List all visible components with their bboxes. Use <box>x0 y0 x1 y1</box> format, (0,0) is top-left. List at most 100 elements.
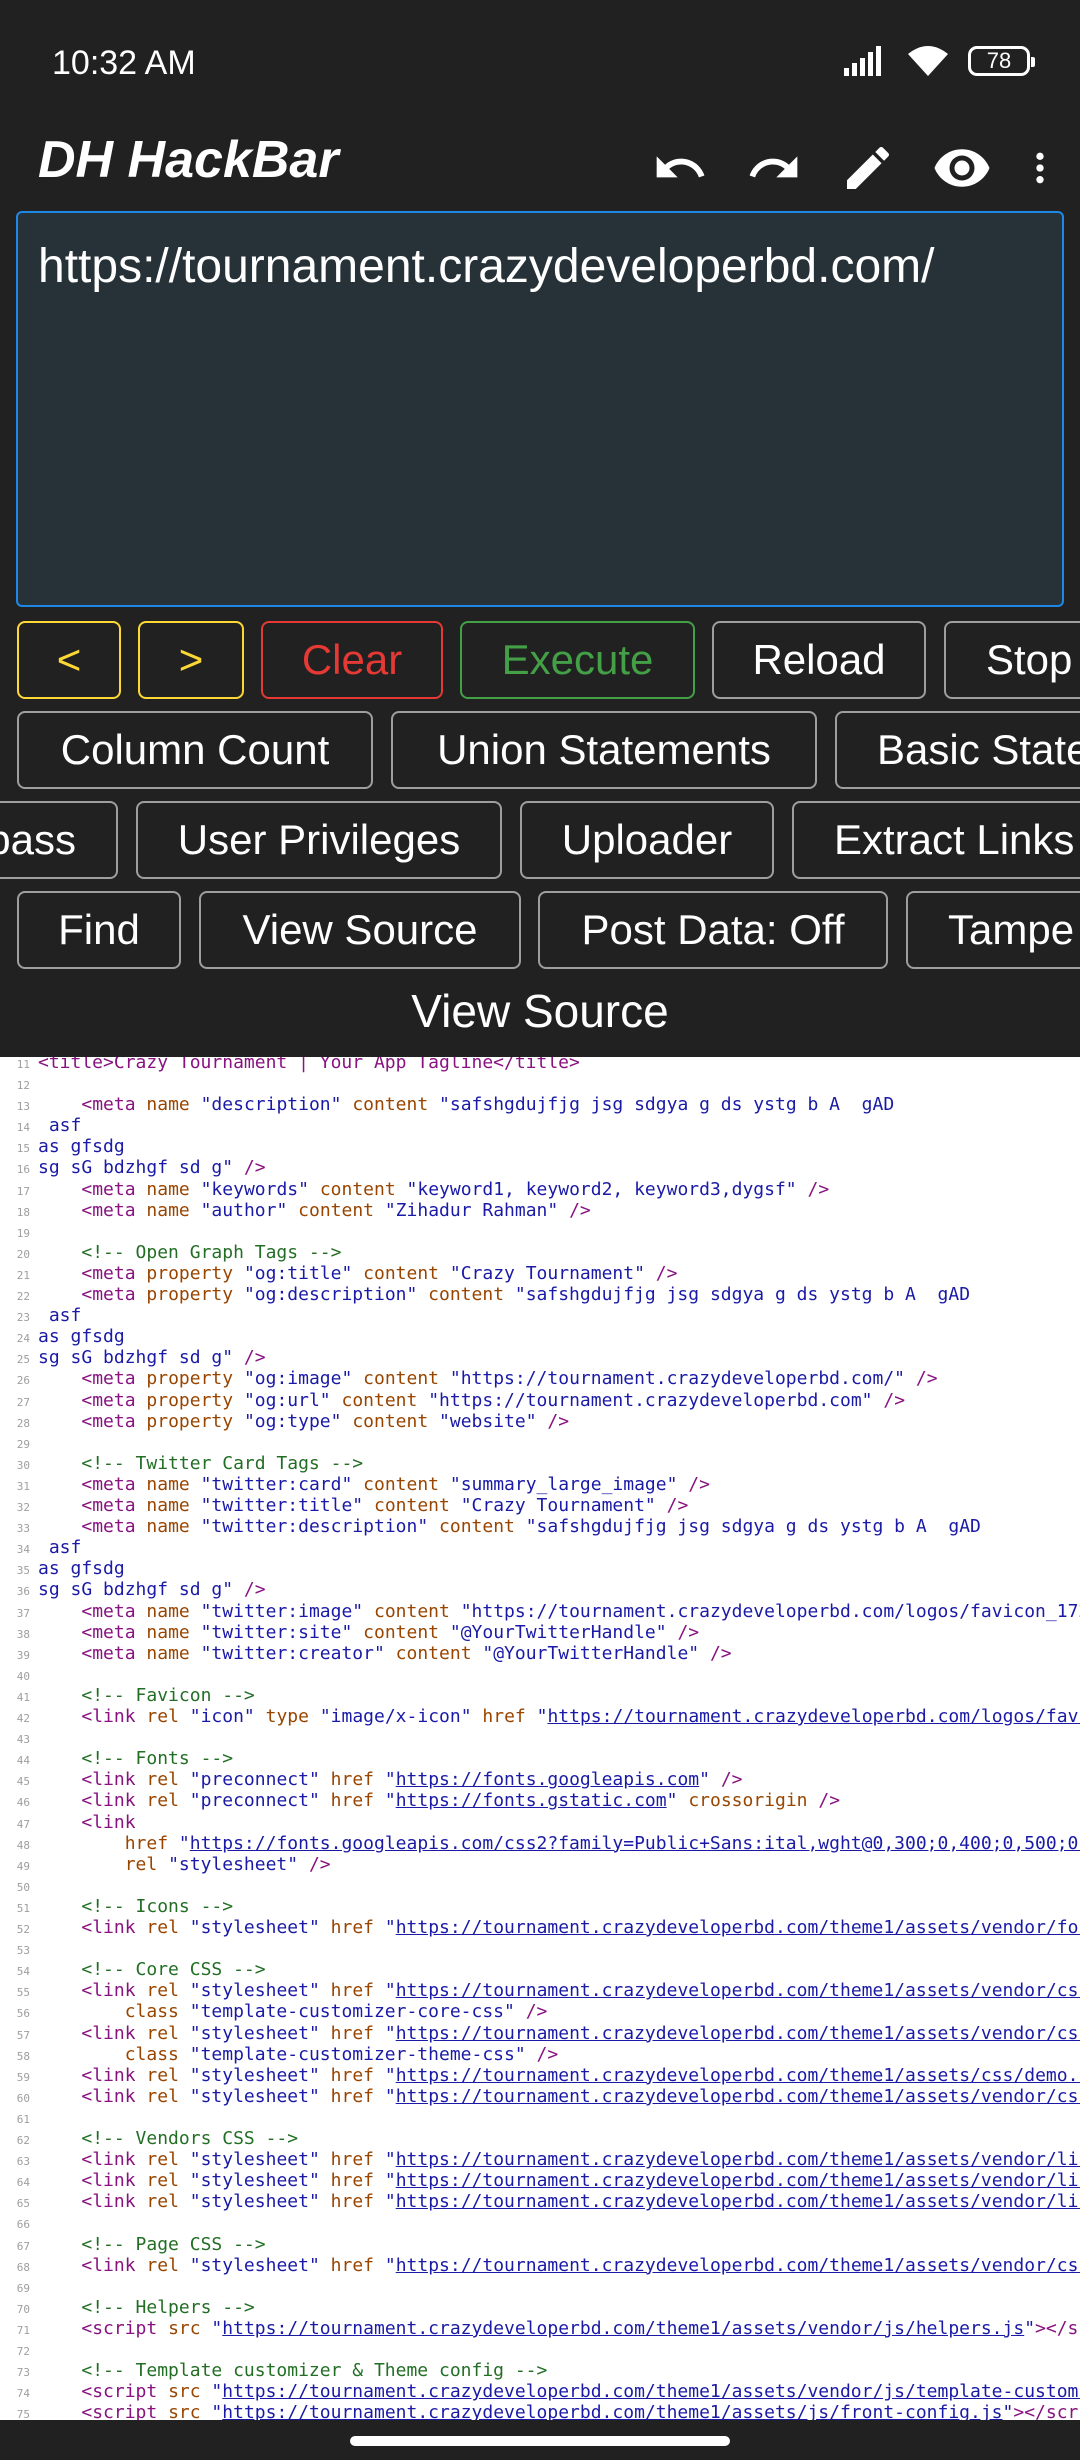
bypass-button[interactable]: pass <box>0 801 118 879</box>
source-line-text: <!-- Twitter Card Tags --> <box>81 1452 364 1474</box>
source-line: 19 <box>0 1221 1080 1242</box>
button-row-4: Find View Source Post Data: Off Tampe <box>0 891 1080 973</box>
source-line-text: <!-- Helpers --> <box>81 2296 255 2318</box>
column-count-button[interactable]: Column Count <box>17 711 373 789</box>
line-number: 73 <box>16 2366 30 2380</box>
line-number: 52 <box>16 1923 30 1936</box>
source-line-text: <link rel="preconnect" href="https://fon… <box>81 1790 841 1812</box>
line-number: 30 <box>16 1458 30 1472</box>
source-line: 41 <!-- Favicon --> <box>0 1685 1080 1706</box>
tamper-button[interactable]: Tampe <box>906 891 1080 969</box>
source-line: 75 <script src="https://tournament.crazy… <box>0 2402 1080 2420</box>
line-number: 47 <box>16 1817 30 1831</box>
source-line-text: <link rel="stylesheet" href="https://tou… <box>81 2085 1080 2107</box>
extract-links-button[interactable]: Extract Links <box>792 801 1080 879</box>
execute-button[interactable]: Execute <box>460 621 695 699</box>
source-line-text: <link rel="stylesheet" href="https://tou… <box>81 2064 1080 2086</box>
source-line-text: <meta property="og:url" content="https:/… <box>81 1389 906 1411</box>
user-privileges-button[interactable]: User Privileges <box>136 801 502 879</box>
line-number: 75 <box>16 2408 30 2420</box>
basic-statements-button[interactable]: Basic State <box>835 711 1080 789</box>
line-number: 13 <box>16 1100 30 1114</box>
line-number: 29 <box>16 1437 30 1451</box>
line-number: 46 <box>16 1796 30 1810</box>
source-line: 23 asf <box>0 1305 1080 1326</box>
line-number: 18 <box>16 1205 30 1219</box>
source-line-text: <!-- Vendors CSS --> <box>81 2128 299 2149</box>
line-number: 43 <box>16 1733 30 1747</box>
more-vert-icon <box>1036 152 1044 184</box>
navigation-bar <box>0 2420 1080 2460</box>
line-number: 24 <box>16 1332 30 1346</box>
source-line: 61 <box>0 2107 1080 2128</box>
edit-button[interactable] <box>832 132 904 204</box>
status-time: 10:32 AM <box>52 44 196 82</box>
line-number: 74 <box>16 2387 30 2401</box>
source-line-text: <meta name="twitter:creator" content="@Y… <box>81 1642 732 1664</box>
source-line-text: <link <box>81 1811 136 1833</box>
source-line: 40 <box>0 1664 1080 1685</box>
view-button[interactable] <box>926 132 998 204</box>
source-line-text: sg sG bdzhgf sd g" /> <box>38 1157 266 1179</box>
line-number: 20 <box>16 1247 30 1261</box>
undo-button[interactable] <box>644 132 716 204</box>
redo-button[interactable] <box>738 132 810 204</box>
line-number: 60 <box>16 2091 30 2105</box>
find-button[interactable]: Find <box>17 891 181 969</box>
line-number: 37 <box>16 1606 30 1620</box>
line-number: 39 <box>16 1648 30 1662</box>
line-number: 44 <box>16 1754 30 1768</box>
union-statements-button[interactable]: Union Statements <box>391 711 817 789</box>
line-number: 35 <box>16 1564 30 1578</box>
source-line: 39 <meta name="twitter:creator" content=… <box>0 1643 1080 1664</box>
clear-button[interactable]: Clear <box>261 621 443 699</box>
forward-button[interactable]: > <box>138 621 244 699</box>
source-line: 57 <link rel="stylesheet" href="https://… <box>0 2023 1080 2044</box>
post-data-toggle[interactable]: Post Data: Off <box>538 891 888 969</box>
line-number: 25 <box>16 1353 30 1367</box>
reload-button[interactable]: Reload <box>712 621 926 699</box>
source-line: 42 <link rel="icon" type="image/x-icon" … <box>0 1706 1080 1727</box>
overflow-menu-button[interactable] <box>1020 132 1060 204</box>
uploader-button[interactable]: Uploader <box>520 801 774 879</box>
line-number: 33 <box>16 1522 30 1536</box>
toolbar <box>644 132 1060 204</box>
source-view[interactable]: 11 <title>Crazy Tournament | Your App Tag… <box>0 1057 1080 2420</box>
line-number: 23 <box>16 1311 30 1325</box>
view-source-button[interactable]: View Source <box>199 891 521 969</box>
source-line: 43 <box>0 1727 1080 1748</box>
source-line-text: <meta property="og:type" content="websit… <box>81 1410 570 1432</box>
source-line: 69 <box>0 2276 1080 2297</box>
source-line: 45 <link rel="preconnect" href="https://… <box>0 1769 1080 1790</box>
source-line: 73 <!-- Template customizer & Theme conf… <box>0 2360 1080 2381</box>
home-handle[interactable] <box>350 2436 730 2446</box>
section-title: View Source <box>411 985 669 1037</box>
app-title: DH HackBar <box>38 131 339 189</box>
source-line-text: href="https://fonts.googleapis.com/css2?… <box>124 1832 1080 1854</box>
back-button[interactable]: < <box>17 621 121 699</box>
source-line-text: <script src="https://tournament.crazydev… <box>81 2317 1080 2339</box>
source-line: 70 <!-- Helpers --> <box>0 2297 1080 2318</box>
line-number: 57 <box>16 2028 30 2042</box>
source-line-text: <!-- Favicon --> <box>81 1684 255 1706</box>
button-row-3: pass User Privileges Uploader Extract Li… <box>0 801 1080 883</box>
source-line-text: <meta name="twitter:image" content="http… <box>81 1600 1080 1622</box>
source-line-text: sg sG bdzhgf sd g" /> <box>38 1347 266 1369</box>
source-line: 56 class="template-customizer-core-css" … <box>0 2001 1080 2022</box>
source-line-text: as gfsdg <box>38 1136 125 1158</box>
source-line-text: <meta name="twitter:site" content="@Your… <box>81 1621 700 1643</box>
url-input[interactable]: https://tournament.crazydeveloperbd.com/ <box>16 211 1064 607</box>
stop-button[interactable]: Stop <box>944 621 1080 699</box>
source-line: 36 sg sG bdzhgf sd g" /> <box>0 1579 1080 1600</box>
redo-icon <box>749 156 798 178</box>
source-line-text: as gfsdg <box>38 1558 125 1580</box>
source-line: 44 <!-- Fonts --> <box>0 1748 1080 1769</box>
source-line-text: asf <box>38 1305 82 1327</box>
source-line: 22 <meta property="og:description" conte… <box>0 1284 1080 1305</box>
line-number: 65 <box>16 2197 30 2211</box>
source-line: 49 rel="stylesheet" /> <box>0 1854 1080 1875</box>
source-line: 14 asf <box>0 1115 1080 1136</box>
line-number: 21 <box>16 1268 30 1282</box>
line-number: 32 <box>16 1501 30 1514</box>
line-number: 51 <box>16 1901 30 1915</box>
